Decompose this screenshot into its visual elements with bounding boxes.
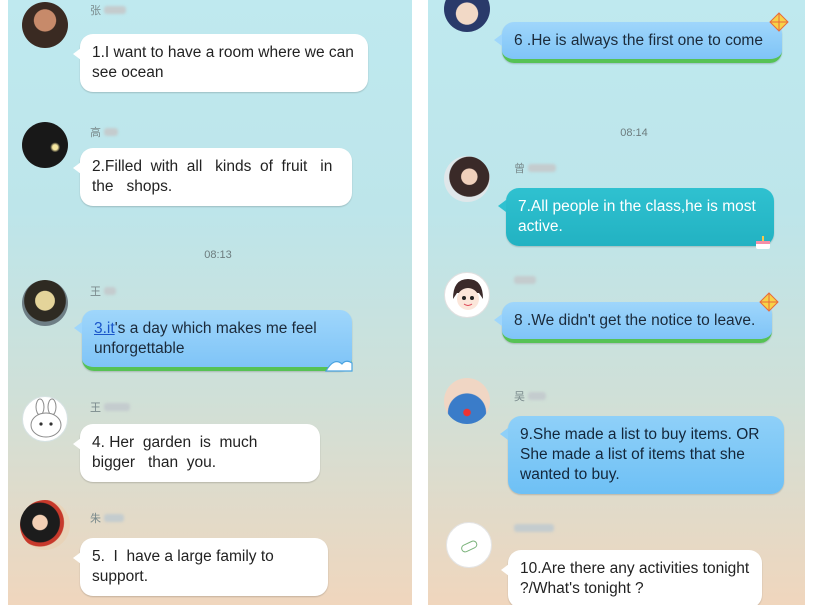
sender-name: 王 xyxy=(90,283,116,299)
chat-panel-left[interactable]: 张 1.I want to have a room where we can s… xyxy=(8,0,412,605)
sender-name: 王 xyxy=(90,399,130,415)
message-text: 4. Her garden is much bigger than you. xyxy=(92,434,267,471)
cake-icon xyxy=(756,236,770,249)
message-bubble[interactable]: 5. I have a large family to support. xyxy=(73,538,328,596)
bunny-icon xyxy=(30,398,62,438)
message-text: 10.Are there any activities tonight ?/Wh… xyxy=(520,560,750,597)
message-bubble[interactable]: 7.All people in the class,he is most act… xyxy=(498,188,774,249)
avatar[interactable] xyxy=(446,522,492,568)
kite-icon xyxy=(769,12,789,32)
message-bubble[interactable]: 8 .We didn't get the notice to leave. xyxy=(494,292,779,343)
avatar[interactable] xyxy=(20,500,70,550)
message-text: 's a day which makes me feel unforgettab… xyxy=(94,320,317,357)
kite-icon xyxy=(759,292,779,312)
sender-name xyxy=(514,524,554,532)
sender-name: 朱 xyxy=(90,510,124,526)
girl-face-icon xyxy=(453,279,483,310)
avatar[interactable] xyxy=(22,280,68,326)
message-text: 8 .We didn't get the notice to leave. xyxy=(514,312,756,329)
message-bubble[interactable]: 3.it's a day which makes me feel unforge… xyxy=(74,310,353,372)
sender-name: 高 xyxy=(90,124,118,140)
message-bubble[interactable]: 10.Are there any activities tonight ?/Wh… xyxy=(501,550,762,605)
message-bubble[interactable]: 9.She made a list to buy items. OR She m… xyxy=(500,416,784,494)
avatar[interactable] xyxy=(22,396,68,442)
avatar[interactable] xyxy=(444,378,490,424)
message-text: 9.She made a list to buy items. OR She m… xyxy=(520,426,760,483)
timestamp: 08:14 xyxy=(620,127,648,139)
avatar[interactable] xyxy=(22,122,68,168)
message-text: 7.All people in the class,he is most act… xyxy=(518,198,756,235)
avatar[interactable] xyxy=(444,156,490,202)
avatar[interactable] xyxy=(22,2,68,48)
message-bubble[interactable]: 2.Filled with all kinds of fruit in the … xyxy=(73,148,352,206)
message-bubble[interactable]: 4. Her garden is much bigger than you. xyxy=(73,424,320,482)
avatar[interactable] xyxy=(444,272,490,318)
pill-icon xyxy=(461,540,478,553)
message-text: 5. I have a large family to support. xyxy=(92,548,279,585)
sender-name xyxy=(514,276,536,284)
avatar[interactable] xyxy=(444,0,490,32)
sender-name: 曾 xyxy=(514,160,556,176)
timestamp: 08:13 xyxy=(204,249,232,261)
sender-name: 吴 xyxy=(514,388,546,404)
sender-name: 张 xyxy=(90,2,126,18)
wave-icon xyxy=(324,360,353,372)
message-bubble[interactable]: 6 .He is always the first one to come xyxy=(494,12,789,63)
chat-panel-right[interactable]: 6 .He is always the first one to come 08… xyxy=(428,0,805,605)
message-text: 2.Filled with all kinds of fruit in the … xyxy=(92,158,346,195)
message-text: 1.I want to have a room where we can see… xyxy=(92,44,354,81)
message-link[interactable]: 3.it xyxy=(94,320,115,337)
message-bubble[interactable]: 1.I want to have a room where we can see… xyxy=(73,34,368,92)
message-text: 6 .He is always the first one to come xyxy=(514,32,763,49)
